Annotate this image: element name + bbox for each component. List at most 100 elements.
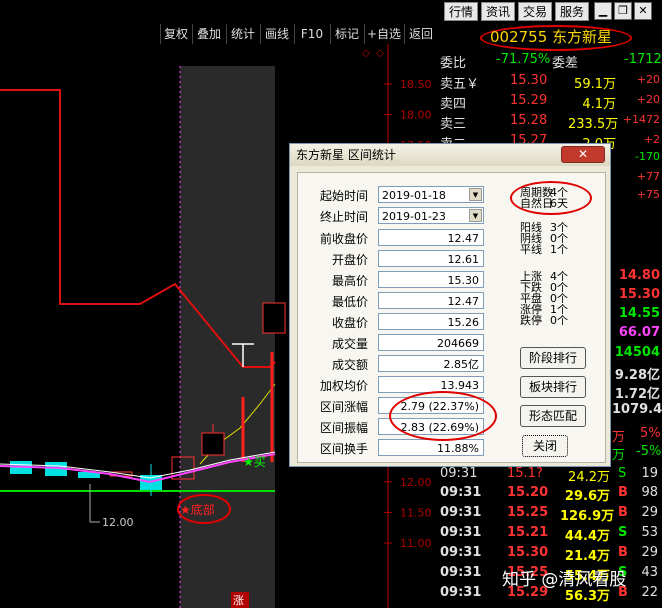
y-tick-label: 11.50 <box>400 506 432 519</box>
ask-volume: 4.1万 <box>582 97 616 112</box>
quote-value: 14.55 <box>618 306 660 321</box>
toolbar-fanhui[interactable]: 返回 <box>404 24 437 44</box>
interval-stats-dialog: 东方新星 区间统计 ✕ 起始时间 2019-01-18 ▼ 终止时间 2019-0… <box>289 143 611 467</box>
quote-value: 66.07 <box>618 325 660 340</box>
ask-price: 15.29 <box>510 93 548 108</box>
quote-value: 15.30 <box>618 287 660 302</box>
stage-rank-button[interactable]: 阶段排行 <box>520 347 586 369</box>
tick-time: 09:31 <box>440 585 482 600</box>
tick-count: 98 <box>641 485 658 500</box>
tick-side: B <box>618 505 628 520</box>
ask-change: +2 <box>643 133 660 146</box>
tick-count: 29 <box>641 545 658 560</box>
ask-volume: 59.1万 <box>574 77 616 92</box>
field-value: 2.85亿 <box>378 355 484 372</box>
ask-change: +1472 <box>622 113 660 126</box>
close-button[interactable]: 关闭 <box>522 435 568 457</box>
tick-time: 09:31 <box>440 505 482 520</box>
diamond-marker-icon: ◇ <box>362 48 370 59</box>
tick-side: B <box>618 485 628 500</box>
sector-rank-button[interactable]: 板块排行 <box>520 376 586 398</box>
dialog-body: 起始时间 2019-01-18 ▼ 终止时间 2019-01-23 ▼ 前收盘价 1… <box>297 172 606 463</box>
toolbar-diejia[interactable]: 叠加 <box>192 24 225 44</box>
pattern-match-button[interactable]: 形态匹配 <box>520 405 586 427</box>
dialog-close-button[interactable]: ✕ <box>561 146 605 163</box>
toolbar-biaoji[interactable]: 标记 <box>330 24 363 44</box>
side-value: -170 <box>635 150 660 163</box>
menu-jiaoyi[interactable]: 交易 <box>518 2 552 21</box>
top-bar: 行情 资讯 交易 服务 ▁ ❐ ✕ <box>0 0 662 24</box>
star-icon: ★ <box>243 455 254 469</box>
field-value: 15.30 <box>378 271 484 288</box>
stat-label: 平线 <box>520 243 542 256</box>
toolbar-zixuan[interactable]: +自选 <box>364 24 403 44</box>
start-time-select[interactable]: 2019-01-18 ▼ <box>378 186 484 203</box>
low-price-label: 12.00 <box>102 516 134 529</box>
pct-value: 5% <box>640 426 661 441</box>
tick-count: 29 <box>641 505 658 520</box>
weicha-value: -1712 <box>624 52 662 67</box>
ask-label: 卖三 <box>440 117 467 132</box>
end-time-select[interactable]: 2019-01-23 ▼ <box>378 207 484 224</box>
tick-time: 09:31 <box>440 545 482 560</box>
field-label: 加权均价 <box>319 379 368 393</box>
field-label: 收盘价 <box>331 316 368 330</box>
tick-price: 15.20 <box>507 485 549 500</box>
toolbar-fuquan[interactable]: 复权 <box>160 24 191 44</box>
pct-unit: 万 <box>612 430 626 445</box>
stat-label: 跌停 <box>520 314 542 327</box>
ask-price: 15.28 <box>510 113 548 128</box>
weicha-label: 委差 <box>552 56 579 71</box>
menu-zixun[interactable]: 资讯 <box>481 2 515 21</box>
ask-label: 卖四 <box>440 97 467 112</box>
menu-hangqing[interactable]: 行情 <box>444 2 478 21</box>
toolbar-tongji[interactable]: 统计 <box>226 24 259 44</box>
tick-price: 15.1? <box>507 466 543 481</box>
quote-value: 14504 <box>614 345 660 360</box>
stock-title: 002755 东方新星 <box>490 28 613 46</box>
side-value: +75 <box>636 188 660 201</box>
minimize-icon[interactable]: ▁ <box>594 2 612 20</box>
y-tick-label: 18.50 <box>400 78 432 91</box>
menu-fuwu[interactable]: 服务 <box>555 2 589 21</box>
ask-label: 卖五￥ <box>440 77 480 92</box>
quote-value: 9.28亿 <box>614 368 660 383</box>
ask-change: +20 <box>636 93 660 106</box>
field-label: 最高价 <box>331 274 368 288</box>
field-value: 12.47 <box>378 229 484 246</box>
interval-highlight <box>180 66 275 608</box>
stat-value: 1个 <box>550 243 568 256</box>
quote-value: 1079.4 <box>612 402 662 417</box>
close-icon[interactable]: ✕ <box>634 2 652 20</box>
tick-side: B <box>618 545 628 560</box>
toolbar-huaxian[interactable]: 画线 <box>260 24 293 44</box>
tick-volume: 24.2万 <box>568 470 610 485</box>
tick-side: S <box>618 525 628 540</box>
weibi-label: 委比 <box>440 56 467 71</box>
range-ring <box>389 391 497 441</box>
toolbar-f10[interactable]: F10 <box>294 24 329 44</box>
diamond-marker-icon: ◇ <box>376 48 384 59</box>
field-label: 开盘价 <box>331 253 368 267</box>
field-label: 区间涨幅 <box>319 400 368 414</box>
quote-value: 1.72亿 <box>614 387 660 402</box>
field-label: 成交量 <box>331 337 368 351</box>
start-time-label: 起始时间 <box>319 189 368 203</box>
pct-value: -5% <box>636 444 662 459</box>
tick-time: 09:31 <box>440 565 482 580</box>
stat-value: 0个 <box>550 314 568 327</box>
field-label: 成交额 <box>331 358 368 372</box>
tick-volume: 21.4万 <box>564 549 610 564</box>
tick-time: 09:31 <box>440 466 478 481</box>
field-value: 13.943 <box>378 376 484 393</box>
bottom-signal-label: ★底部 <box>180 502 215 517</box>
tick-volume: 44.4万 <box>564 529 610 544</box>
end-time-label: 终止时间 <box>319 210 368 224</box>
tick-count: 22 <box>641 585 658 600</box>
restore-icon[interactable]: ❐ <box>614 2 632 20</box>
ask-price: 15.30 <box>510 73 548 88</box>
tick-time: 09:31 <box>440 525 482 540</box>
field-label: 前收盘价 <box>319 232 368 246</box>
weibi-value: -71.75% <box>496 52 551 67</box>
tick-price: 15.21 <box>507 525 549 540</box>
